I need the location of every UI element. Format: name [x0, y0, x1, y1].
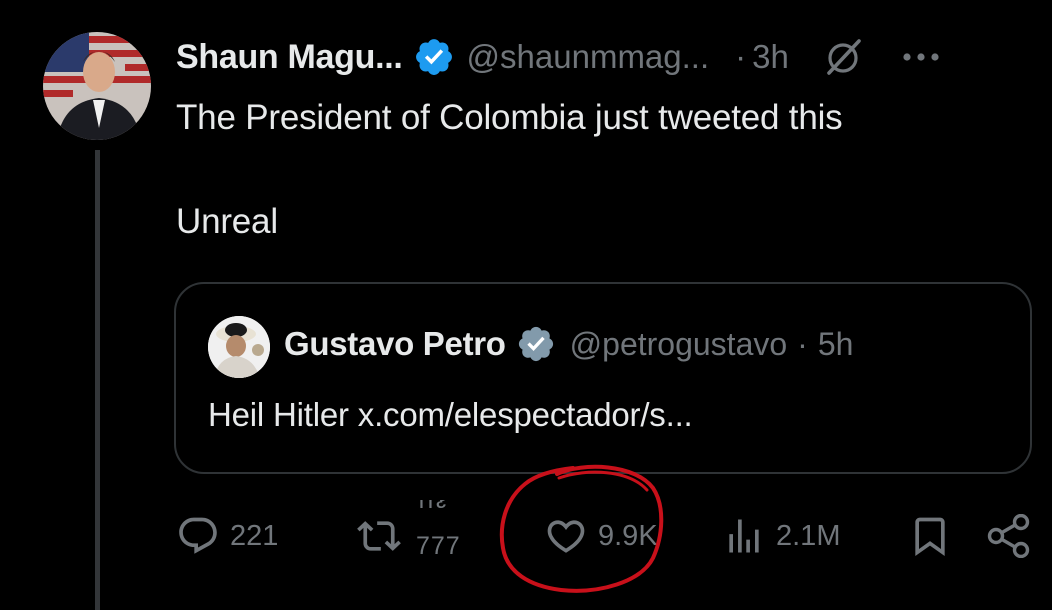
views-icon [729, 519, 759, 553]
more-icon[interactable] [901, 47, 941, 67]
reply-icon [179, 517, 217, 554]
quoted-post-time[interactable]: 5h [818, 326, 854, 363]
author-name[interactable]: Shaun Magu... [176, 38, 403, 77]
bookmark-icon [915, 517, 945, 557]
repost-count-rolling-bottom: 777 [416, 532, 461, 560]
quoted-author-name[interactable]: Gustavo Petro [284, 325, 506, 363]
post-text: The President of Colombia just tweeted t… [176, 98, 843, 241]
repost-icon [357, 521, 401, 551]
quoted-author-handle[interactable]: @petrogustavo [570, 326, 788, 363]
views-button[interactable]: 2.1M [722, 514, 840, 558]
repost-count: ııᴤ 777 [414, 500, 474, 560]
author-avatar[interactable] [43, 32, 151, 140]
bookmark-button[interactable] [908, 514, 952, 558]
quoted-post-header: Gustavo Petro @petrogustavo · 5h [284, 324, 853, 364]
views-count: 2.1M [776, 519, 841, 552]
quoted-separator-dot: · [797, 325, 808, 362]
like-button[interactable]: 9.9K [544, 514, 658, 558]
repost-count-rolling-top: ııᴤ [418, 500, 449, 514]
grok-icon[interactable] [823, 37, 863, 77]
post-header: Shaun Magu... @shaunmmag... · 3h [176, 34, 1036, 80]
like-count: 9.9K [598, 519, 658, 552]
like-icon [547, 520, 585, 553]
verified-badge-icon[interactable] [413, 36, 455, 78]
reply-button[interactable]: 221 [176, 514, 278, 558]
quoted-author-avatar[interactable] [208, 316, 270, 378]
post-time[interactable]: 3h [752, 38, 789, 76]
quoted-post-card[interactable]: Gustavo Petro @petrogustavo · 5h Heil Hi… [174, 282, 1032, 474]
thread-line [95, 150, 100, 610]
government-verified-badge-icon[interactable] [516, 324, 556, 364]
share-icon [987, 514, 1030, 558]
separator-dot: · [735, 38, 747, 75]
reply-count: 221 [230, 519, 279, 552]
share-button[interactable] [986, 514, 1034, 558]
author-handle[interactable]: @shaunmmag... [467, 38, 710, 76]
repost-button[interactable] [355, 514, 403, 558]
quoted-post-text: Heil Hitler x.com/elespectador/s... [208, 396, 693, 433]
